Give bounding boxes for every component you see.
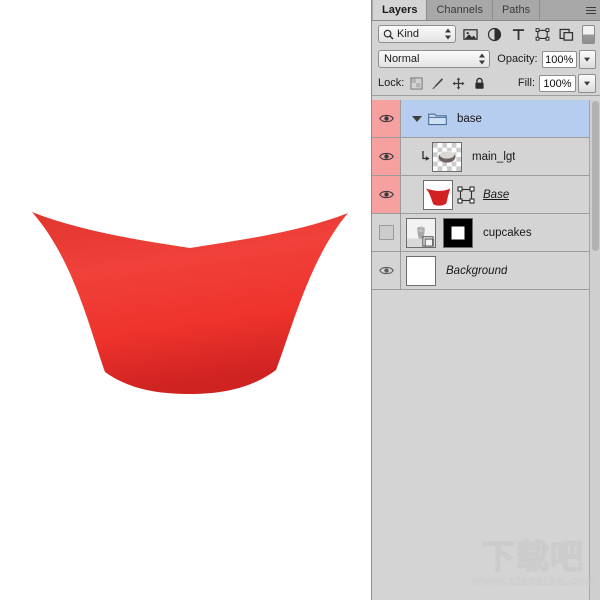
visibility-toggle-base-shape[interactable]: [372, 176, 401, 213]
layer-row-main-lgt[interactable]: main_lgt: [372, 138, 589, 176]
layer-row-base-shape[interactable]: Base: [372, 176, 589, 214]
eye-icon: [378, 190, 394, 199]
layer-thumbnail-main-lgt[interactable]: [432, 141, 462, 172]
filter-type-icons: [463, 27, 574, 42]
layer-row-body-background[interactable]: Background: [401, 252, 589, 289]
folder-icon: [428, 113, 447, 126]
layer-row-body-base-group[interactable]: base: [401, 100, 589, 137]
type-layer-filter-icon[interactable]: [511, 27, 526, 42]
filter-enable-toggle[interactable]: [582, 24, 595, 44]
vector-mask-icon[interactable]: [456, 185, 476, 205]
adjustment-layer-filter-icon[interactable]: [487, 27, 502, 42]
stepper-arrows-icon[interactable]: [445, 28, 452, 40]
visibility-toggle-cupcakes[interactable]: [372, 214, 401, 251]
blend-stepper-arrows-icon[interactable]: [479, 53, 486, 65]
panel-tab-strip: Layers Channels Paths: [372, 0, 600, 21]
fill-input[interactable]: 100%: [539, 74, 576, 92]
layer-name-base-group: base: [457, 112, 482, 125]
layer-name-cupcakes: cupcakes: [483, 226, 532, 239]
search-icon: [383, 29, 394, 39]
mask-white-region: [451, 226, 465, 239]
blend-mode-row: Normal Opacity: 100%: [372, 47, 600, 71]
lock-icon-group: [410, 76, 486, 90]
lock-label: Lock:: [378, 77, 405, 89]
opacity-label: Opacity:: [497, 53, 538, 65]
lock-all-icon[interactable]: [473, 77, 486, 90]
layer-name-main-lgt: main_lgt: [472, 150, 516, 163]
layer-row-background[interactable]: Background: [372, 252, 589, 290]
smart-object-filter-icon[interactable]: [559, 27, 574, 42]
visibility-toggle-background[interactable]: [372, 252, 401, 289]
scrollbar-thumb[interactable]: [592, 101, 599, 251]
lock-image-pixels-icon[interactable]: [431, 77, 444, 90]
layer-row-base-group[interactable]: base: [372, 100, 589, 138]
visibility-toggle-main-lgt[interactable]: [372, 138, 401, 175]
layer-thumbnail-base-shape[interactable]: [423, 179, 453, 210]
eye-icon: [378, 266, 394, 275]
layer-thumbnail-cupcakes[interactable]: [406, 217, 436, 248]
opacity-dropdown-icon[interactable]: [578, 49, 596, 69]
fill-label: Fill:: [517, 77, 535, 89]
eye-icon: [378, 152, 394, 161]
clipping-mask-arrow-icon: [422, 151, 430, 161]
filter-kind-label: Kind: [397, 28, 420, 40]
pixel-layer-filter-icon[interactable]: [463, 27, 478, 42]
layers-panel: Layers Channels Paths Kind Normal Opacit…: [371, 0, 600, 600]
tab-strip-filler: [540, 0, 582, 20]
eye-off-icon: [378, 225, 394, 240]
layer-row-body-main-lgt[interactable]: main_lgt: [401, 138, 589, 175]
layer-thumbnail-background[interactable]: [406, 255, 436, 286]
lock-position-icon[interactable]: [452, 77, 465, 90]
photoshop-screenshot: Layers Channels Paths Kind Normal Opacit…: [0, 0, 600, 600]
layer-list[interactable]: base main_lgt Base cupcakes Background: [372, 100, 589, 600]
shape-layer-filter-icon[interactable]: [535, 27, 550, 42]
lock-row: Lock: Fill: 100%: [372, 71, 600, 96]
tab-channels[interactable]: Channels: [427, 0, 493, 20]
fill-dropdown-icon[interactable]: [578, 73, 596, 93]
blend-mode-value: Normal: [384, 53, 420, 65]
layer-row-body-base-shape[interactable]: Base: [401, 176, 589, 213]
lock-transparent-pixels-icon[interactable]: [410, 76, 423, 90]
layer-name-base-shape: Base: [483, 188, 510, 201]
opacity-input[interactable]: 100%: [541, 50, 577, 68]
document-canvas[interactable]: [0, 0, 371, 600]
layer-row-cupcakes[interactable]: cupcakes: [372, 214, 589, 252]
group-expand-triangle-icon[interactable]: [412, 115, 422, 122]
panel-menu-icon[interactable]: [582, 0, 600, 20]
layer-mask-thumbnail-cupcakes[interactable]: [443, 217, 473, 248]
canvas-artwork: [0, 0, 371, 600]
layer-list-scrollbar[interactable]: [589, 100, 600, 600]
eye-icon: [378, 114, 394, 123]
filter-kind-select[interactable]: Kind: [378, 25, 456, 43]
layer-row-body-cupcakes[interactable]: cupcakes: [401, 214, 589, 251]
tab-paths[interactable]: Paths: [492, 0, 541, 20]
layer-name-background: Background: [446, 264, 508, 277]
blend-mode-select[interactable]: Normal: [378, 50, 491, 68]
layer-filter-row: Kind: [372, 21, 600, 47]
tab-layers[interactable]: Layers: [373, 0, 428, 20]
visibility-toggle-base-group[interactable]: [372, 100, 401, 137]
